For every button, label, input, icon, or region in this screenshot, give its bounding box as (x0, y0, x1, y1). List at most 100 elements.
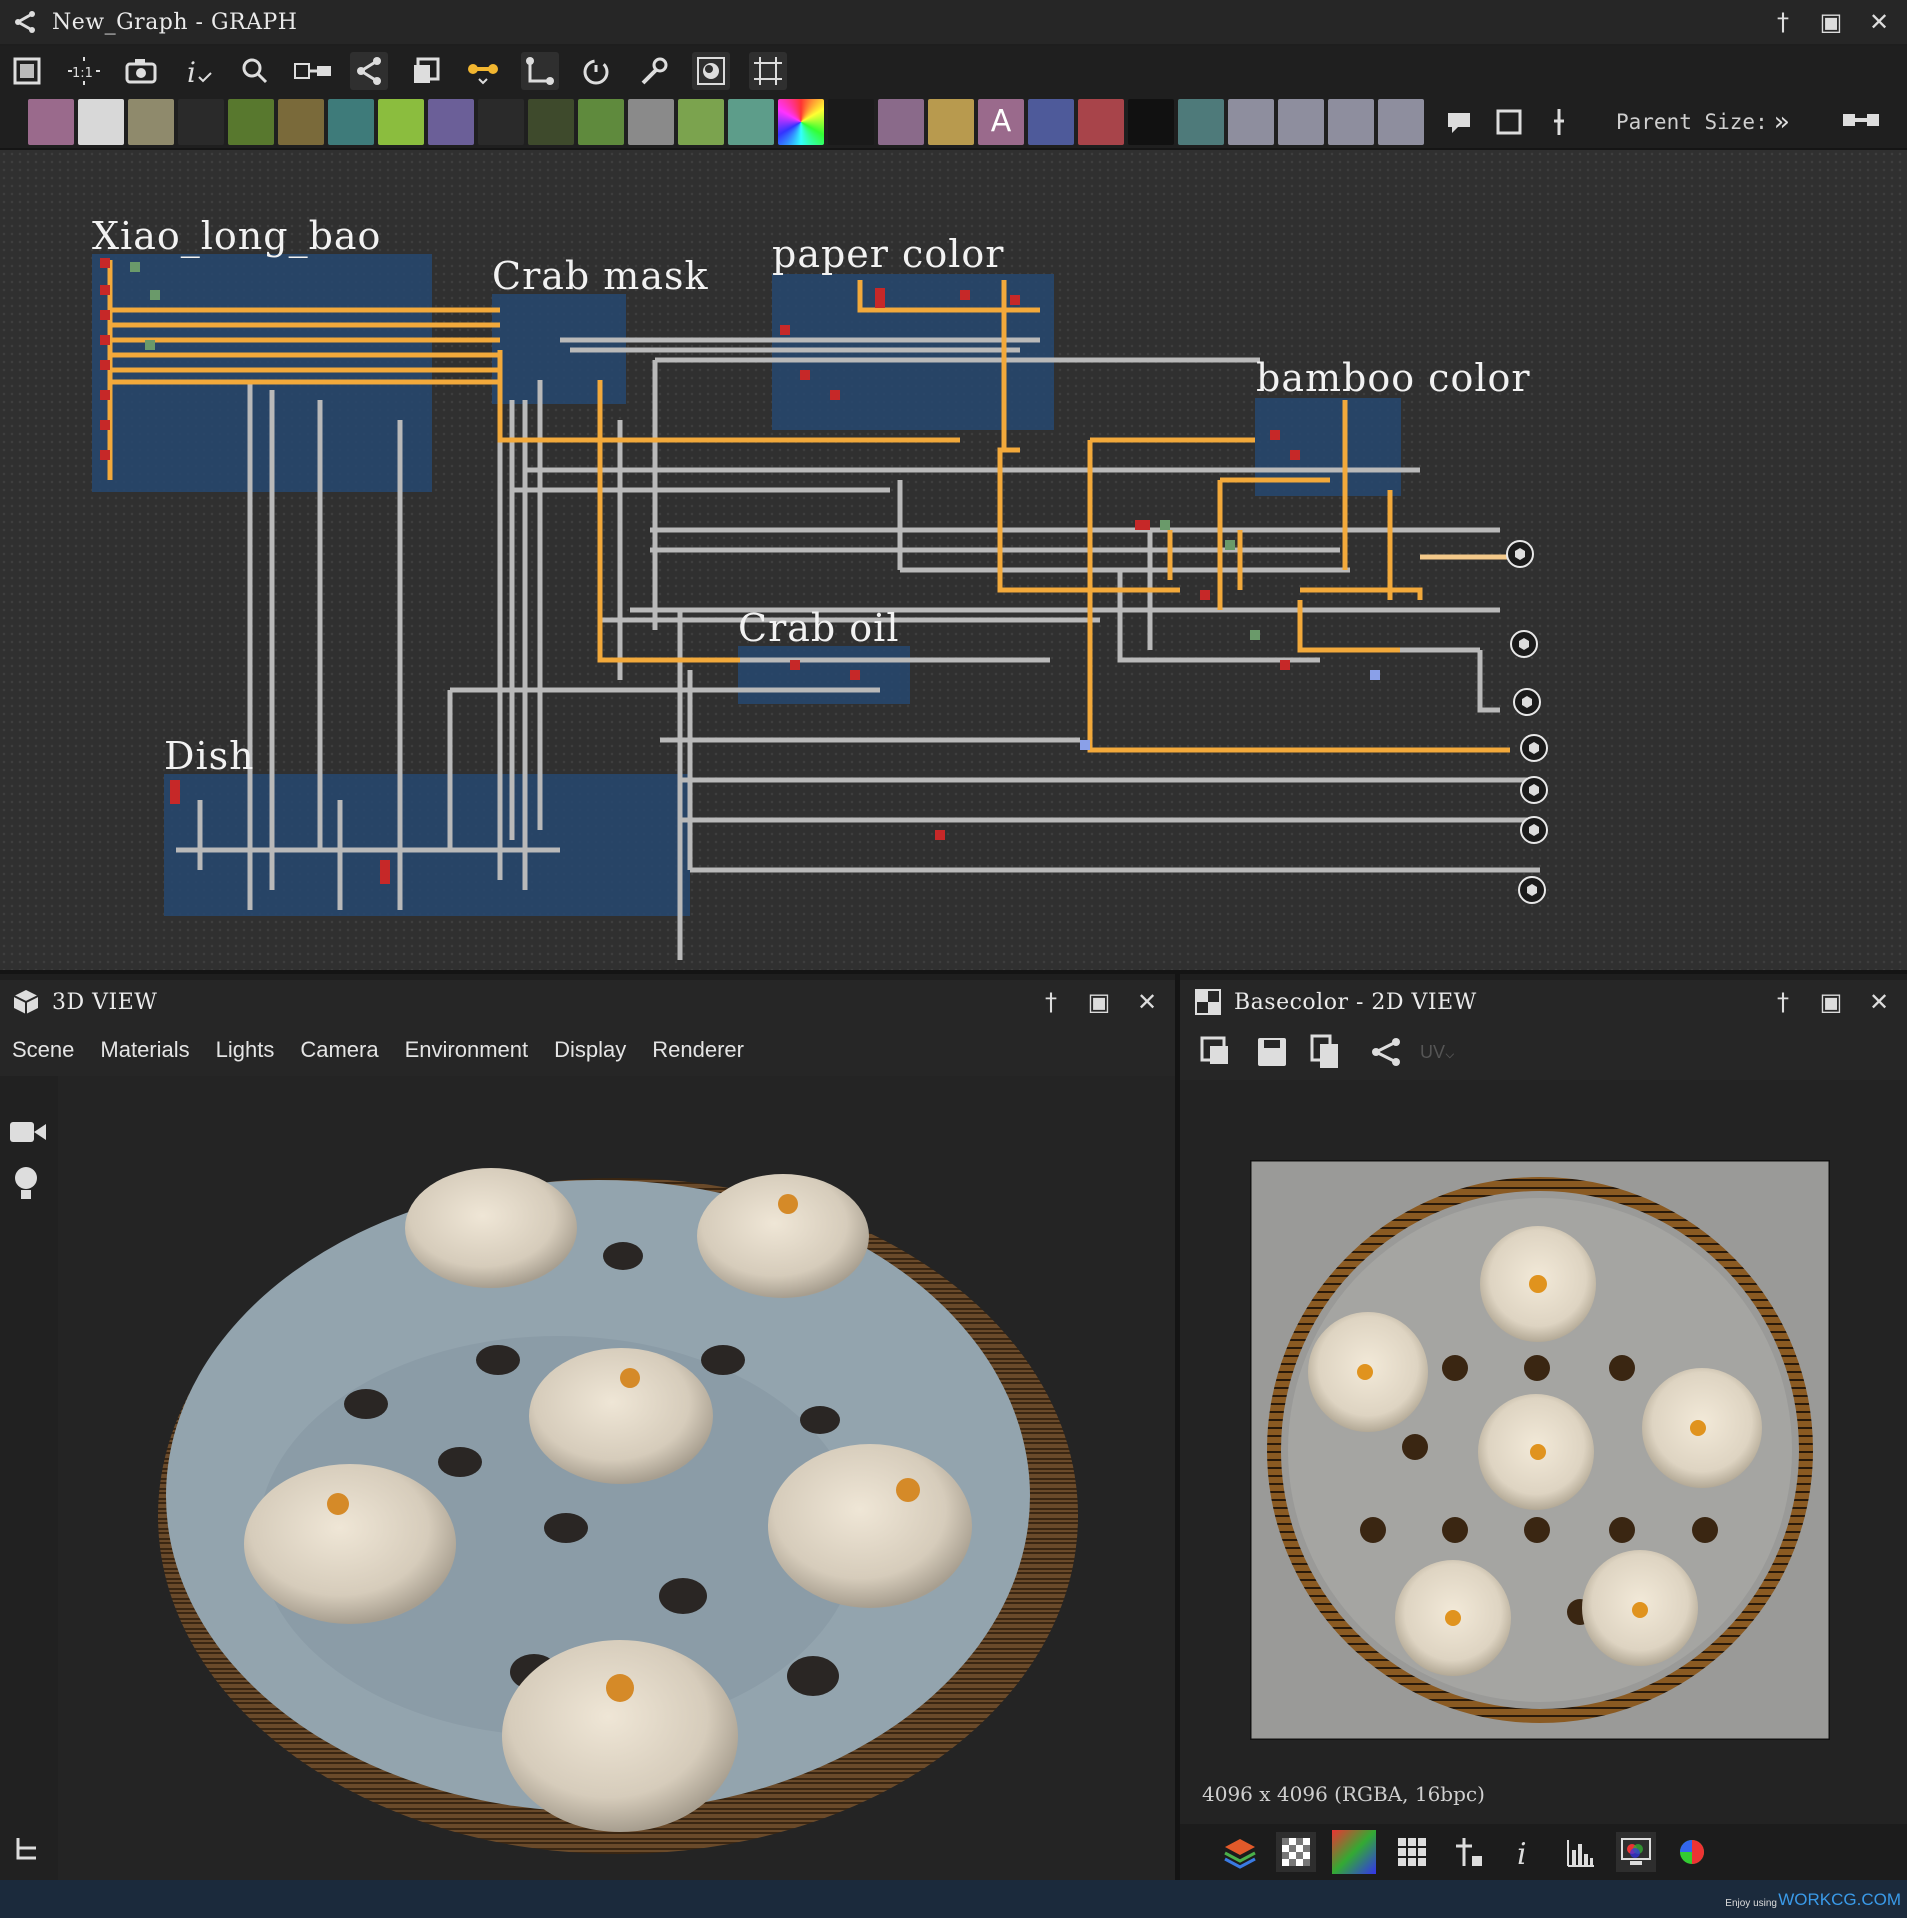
fill-icon[interactable] (1078, 99, 1124, 145)
close-icon[interactable]: ✕ (1865, 988, 1893, 1016)
bitmap-input-icon[interactable] (1228, 99, 1274, 145)
splatter-icon[interactable] (878, 99, 924, 145)
video-camera-icon[interactable] (10, 1120, 46, 1144)
shape-icon[interactable] (428, 99, 474, 145)
tile-grid-icon[interactable] (1392, 1832, 1432, 1872)
view3d-title: 3D VIEW (52, 989, 158, 1015)
menu-renderer[interactable]: Renderer (652, 1037, 744, 1063)
svg-icon[interactable] (1178, 99, 1224, 145)
pin-icon[interactable]: † (1769, 8, 1797, 36)
output-node-7[interactable] (1518, 876, 1546, 904)
display-monitor-icon[interactable] (1616, 1832, 1656, 1872)
color-channels-icon[interactable] (1332, 1830, 1376, 1874)
chevron-down-icon: ⌵ (1445, 1042, 1455, 1062)
crop-icon[interactable] (1028, 99, 1074, 145)
menu-materials[interactable]: Materials (100, 1037, 189, 1063)
menu-lights[interactable]: Lights (216, 1037, 275, 1063)
camera-icon[interactable] (122, 52, 160, 90)
histogram-icon[interactable] (1560, 1832, 1600, 1872)
panel-separator[interactable] (0, 970, 1907, 974)
output-node-5[interactable] (1520, 776, 1548, 804)
output-node-2[interactable] (1510, 630, 1538, 658)
info-icon[interactable]: i (1504, 1832, 1544, 1872)
menu-camera[interactable]: Camera (300, 1037, 378, 1063)
transparency-checker-icon[interactable] (1276, 1832, 1316, 1872)
view3d-viewport[interactable] (58, 1076, 1175, 1880)
function-input-icon[interactable] (1328, 99, 1374, 145)
levels-icon[interactable] (678, 99, 724, 145)
graph-toolbar: 1:1 i (0, 46, 1907, 96)
fit-frame-icon[interactable] (8, 52, 46, 90)
maximize-icon[interactable]: ▣ (1085, 988, 1113, 1016)
resolution-info: 4096 x 4096 (RGBA, 16bpc) (1202, 1782, 1485, 1806)
uniform-color-icon[interactable] (78, 99, 124, 145)
info-icon[interactable]: i (179, 52, 217, 90)
graph-share-icon[interactable] (1358, 1032, 1414, 1072)
hsl-icon[interactable] (778, 99, 824, 145)
normal-icon[interactable] (328, 99, 374, 145)
wrench-icon[interactable] (635, 52, 673, 90)
link-orange-icon[interactable] (464, 52, 502, 90)
output-node-basecolor[interactable] (1506, 540, 1534, 568)
grid-crop-icon[interactable] (749, 52, 787, 90)
connect-icon[interactable] (521, 52, 559, 90)
svg-text:i: i (1517, 1837, 1527, 1868)
uv-dropdown[interactable]: UV (1420, 1042, 1445, 1063)
pin-icon[interactable]: † (1037, 988, 1065, 1016)
noise-icon[interactable] (828, 99, 874, 145)
transform-icon[interactable] (528, 99, 574, 145)
gradient-map-icon[interactable] (378, 99, 424, 145)
output-node-6[interactable] (1520, 816, 1548, 844)
pin-icon[interactable]: † (1769, 988, 1797, 1016)
pixel-picker-icon[interactable] (1448, 1832, 1488, 1872)
curve-icon[interactable] (228, 99, 274, 145)
fxmap-icon[interactable] (1128, 99, 1174, 145)
histogram-icon[interactable] (728, 99, 774, 145)
blend-icon[interactable] (128, 99, 174, 145)
layers-stack-icon[interactable] (1220, 1832, 1260, 1872)
svg-text:1:1: 1:1 (72, 66, 93, 81)
bitmap-icon[interactable] (28, 99, 74, 145)
layers-icon[interactable] (407, 52, 445, 90)
value-icon[interactable] (628, 99, 674, 145)
graph-canvas[interactable]: Xiao_long_bao Crab mask paper color bamb… (0, 150, 1907, 970)
maximize-icon[interactable]: ▣ (1817, 8, 1845, 36)
parent-size-dropdown[interactable]: » (1774, 107, 1790, 137)
blur-icon[interactable] (278, 99, 324, 145)
close-icon[interactable]: ✕ (1865, 8, 1893, 36)
zoom-1to1-icon[interactable]: 1:1 (65, 52, 103, 90)
export-icon[interactable] (1190, 1032, 1246, 1072)
menu-scene[interactable]: Scene (12, 1037, 74, 1063)
gradient-input-icon[interactable] (1278, 99, 1324, 145)
menu-environment[interactable]: Environment (405, 1037, 529, 1063)
output-node-4[interactable] (1520, 734, 1548, 762)
frame-icon[interactable] (1486, 99, 1532, 145)
output-icon[interactable] (1378, 99, 1424, 145)
mirror-icon[interactable] (928, 99, 974, 145)
frame-label-xiao-long-bao: Xiao_long_bao (92, 214, 382, 258)
text-icon[interactable]: A (978, 99, 1024, 145)
color-wheel-icon[interactable] (1672, 1832, 1712, 1872)
graph-share-icon (15, 11, 35, 33)
save-icon[interactable] (1246, 1032, 1302, 1072)
comment-icon[interactable] (1436, 99, 1482, 145)
search-icon[interactable] (236, 52, 274, 90)
lightbulb-icon[interactable] (12, 1166, 40, 1202)
menu-display[interactable]: Display (554, 1037, 626, 1063)
timer-icon[interactable] (578, 52, 616, 90)
pixel-processor-icon[interactable] (578, 99, 624, 145)
shuffle-icon[interactable] (178, 99, 224, 145)
view2d-viewport[interactable]: 4096 x 4096 (RGBA, 16bpc) (1180, 1080, 1907, 1824)
close-icon[interactable]: ✕ (1133, 988, 1161, 1016)
tile-icon[interactable] (478, 99, 524, 145)
hierarchy-icon[interactable] (14, 1836, 40, 1862)
snapshot-icon[interactable] (692, 52, 730, 90)
graph-share-icon[interactable] (350, 52, 388, 90)
align-icon[interactable] (293, 52, 331, 90)
maximize-icon[interactable]: ▣ (1817, 988, 1845, 1016)
output-node-3[interactable] (1513, 688, 1541, 716)
connector-icon[interactable] (1839, 110, 1883, 134)
frame-label-dish: Dish (164, 734, 255, 778)
copy-icon[interactable] (1302, 1032, 1358, 1072)
pin-icon[interactable] (1536, 99, 1582, 145)
